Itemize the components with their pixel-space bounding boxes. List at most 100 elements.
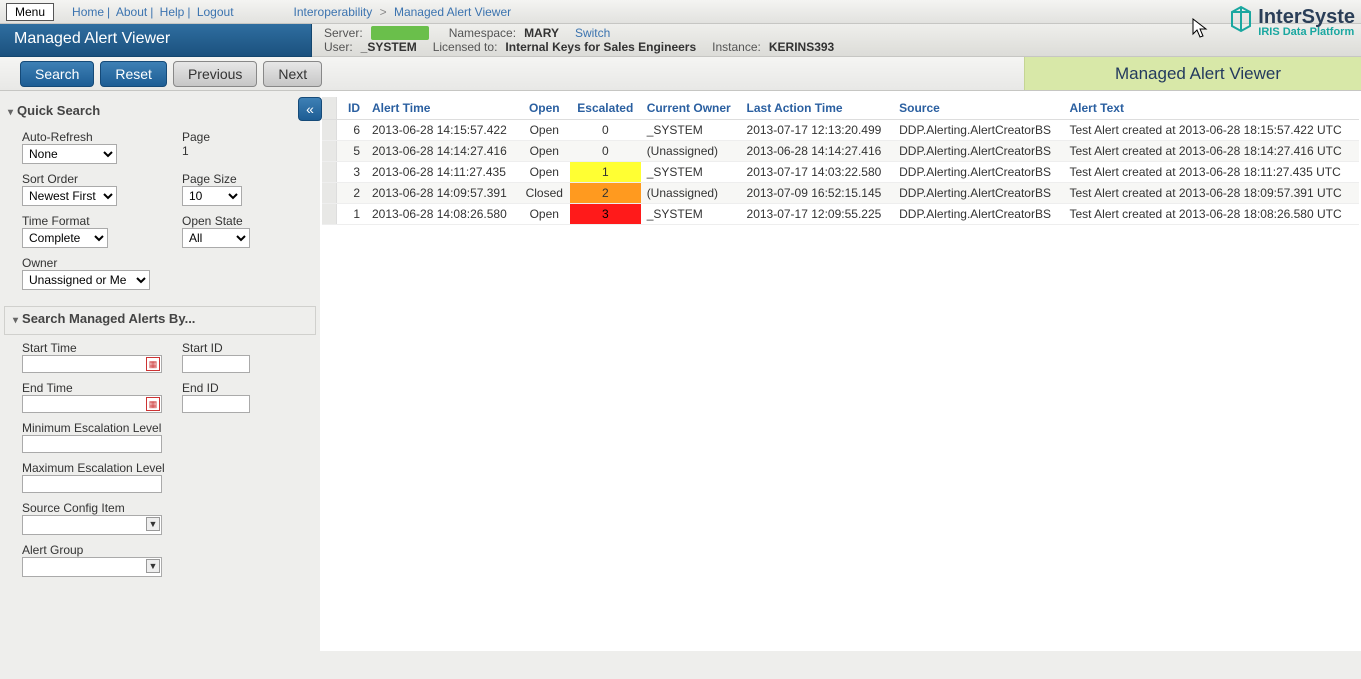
reset-button[interactable]: Reset bbox=[100, 61, 167, 87]
cell-open: Closed bbox=[519, 183, 570, 204]
cell-owner: _SYSTEM bbox=[641, 162, 741, 183]
link-about[interactable]: About bbox=[116, 5, 147, 19]
col-escalated[interactable]: Escalated bbox=[570, 97, 641, 120]
alert-group-label: Alert Group bbox=[22, 543, 302, 557]
link-home[interactable]: Home bbox=[72, 5, 104, 19]
chevron-left-double-icon: « bbox=[306, 101, 314, 117]
col-source[interactable]: Source bbox=[893, 97, 1063, 120]
open-state-label: Open State bbox=[182, 214, 302, 228]
time-format-label: Time Format bbox=[22, 214, 182, 228]
cell-id: 3 bbox=[336, 162, 366, 183]
min-esc-input[interactable] bbox=[22, 435, 162, 453]
page-label: Page bbox=[182, 130, 302, 144]
link-logout[interactable]: Logout bbox=[197, 5, 234, 19]
table-row[interactable]: 12013-06-28 14:08:26.580Open3_SYSTEM2013… bbox=[322, 204, 1359, 225]
max-esc-input[interactable] bbox=[22, 475, 162, 493]
table-row[interactable]: 32013-06-28 14:11:27.435Open1_SYSTEM2013… bbox=[322, 162, 1359, 183]
crumb-interop[interactable]: Interoperability bbox=[294, 5, 373, 19]
col-handle bbox=[322, 97, 336, 120]
cell-source: DDP.Alerting.AlertCreatorBS bbox=[893, 183, 1063, 204]
owner-select[interactable]: Unassigned or Me bbox=[22, 270, 150, 290]
cell-alert-time: 2013-06-28 14:09:57.391 bbox=[366, 183, 519, 204]
auto-refresh-select[interactable]: None bbox=[22, 144, 117, 164]
row-handle[interactable] bbox=[322, 162, 336, 183]
row-handle[interactable] bbox=[322, 183, 336, 204]
cell-id: 1 bbox=[336, 204, 366, 225]
start-id-input[interactable] bbox=[182, 355, 250, 373]
top-links: Home| About| Help| Logout bbox=[72, 5, 234, 19]
sort-order-select[interactable]: Newest First bbox=[22, 186, 117, 206]
time-format-select[interactable]: Complete bbox=[22, 228, 108, 248]
table-row[interactable]: 52013-06-28 14:14:27.416Open0(Unassigned… bbox=[322, 141, 1359, 162]
cell-last-action: 2013-06-28 14:14:27.416 bbox=[741, 141, 894, 162]
cell-last-action: 2013-07-17 14:03:22.580 bbox=[741, 162, 894, 183]
logo-subtitle: IRIS Data Platform bbox=[1258, 27, 1355, 38]
cell-open: Open bbox=[519, 204, 570, 225]
table-row[interactable]: 62013-06-28 14:15:57.422Open0_SYSTEM2013… bbox=[322, 120, 1359, 141]
cell-id: 6 bbox=[336, 120, 366, 141]
cell-source: DDP.Alerting.AlertCreatorBS bbox=[893, 141, 1063, 162]
namespace-label: Namespace: bbox=[449, 26, 516, 40]
menu-button[interactable]: Menu bbox=[6, 3, 54, 21]
top-bar: Menu Home| About| Help| Logout Interoper… bbox=[0, 0, 1361, 24]
link-help[interactable]: Help bbox=[160, 5, 185, 19]
col-last-action-time[interactable]: Last Action Time bbox=[741, 97, 894, 120]
cell-alert-time: 2013-06-28 14:15:57.422 bbox=[366, 120, 519, 141]
crumb-current[interactable]: Managed Alert Viewer bbox=[394, 5, 511, 19]
page-caption: Managed Alert Viewer bbox=[1024, 57, 1361, 90]
instance-value: KERINS393 bbox=[769, 40, 834, 54]
end-id-label: End ID bbox=[182, 381, 302, 395]
advanced-search-header[interactable]: Search Managed Alerts By... bbox=[9, 309, 311, 332]
namespace-value: MARY bbox=[524, 26, 559, 40]
open-state-select[interactable]: All bbox=[182, 228, 250, 248]
quick-search-header[interactable]: Quick Search bbox=[4, 95, 316, 124]
switch-link[interactable]: Switch bbox=[575, 26, 610, 40]
cell-alert-time: 2013-06-28 14:08:26.580 bbox=[366, 204, 519, 225]
cell-escalated: 3 bbox=[570, 204, 641, 225]
col-open[interactable]: Open bbox=[519, 97, 570, 120]
col-alert-text[interactable]: Alert Text bbox=[1063, 97, 1359, 120]
end-time-input[interactable] bbox=[22, 395, 162, 413]
user-value: _SYSTEM bbox=[361, 40, 417, 54]
results-panel: ID Alert Time Open Escalated Current Own… bbox=[320, 91, 1361, 651]
row-handle[interactable] bbox=[322, 204, 336, 225]
page-size-label: Page Size bbox=[182, 172, 302, 186]
row-handle[interactable] bbox=[322, 141, 336, 162]
chevron-down-icon[interactable]: ▼ bbox=[146, 517, 160, 531]
end-id-input[interactable] bbox=[182, 395, 250, 413]
calendar-icon[interactable]: ▦ bbox=[146, 357, 160, 371]
start-id-label: Start ID bbox=[182, 341, 302, 355]
table-row[interactable]: 22013-06-28 14:09:57.391Closed2(Unassign… bbox=[322, 183, 1359, 204]
action-bar: Search Reset Previous Next Managed Alert… bbox=[0, 57, 1361, 91]
min-esc-label: Minimum Escalation Level bbox=[22, 421, 302, 435]
search-button[interactable]: Search bbox=[20, 61, 94, 87]
collapse-sidebar-button[interactable]: « bbox=[298, 97, 322, 121]
cell-open: Open bbox=[519, 141, 570, 162]
previous-button[interactable]: Previous bbox=[173, 61, 257, 87]
next-button[interactable]: Next bbox=[263, 61, 322, 87]
chevron-down-icon[interactable]: ▼ bbox=[146, 559, 160, 573]
col-current-owner[interactable]: Current Owner bbox=[641, 97, 741, 120]
cell-escalated: 0 bbox=[570, 141, 641, 162]
start-time-input[interactable] bbox=[22, 355, 162, 373]
start-time-label: Start Time bbox=[22, 341, 182, 355]
cell-owner: (Unassigned) bbox=[641, 141, 741, 162]
col-id[interactable]: ID bbox=[336, 97, 366, 120]
end-time-label: End Time bbox=[22, 381, 182, 395]
row-handle[interactable] bbox=[322, 120, 336, 141]
page-size-select[interactable]: 10 bbox=[182, 186, 242, 206]
source-config-input[interactable] bbox=[22, 515, 162, 535]
context-info: Server: Namespace: MARY Switch User: _SY… bbox=[312, 24, 1361, 57]
cell-source: DDP.Alerting.AlertCreatorBS bbox=[893, 162, 1063, 183]
server-label: Server: bbox=[324, 26, 363, 40]
sort-order-label: Sort Order bbox=[22, 172, 182, 186]
alert-group-input[interactable] bbox=[22, 557, 162, 577]
cell-source: DDP.Alerting.AlertCreatorBS bbox=[893, 204, 1063, 225]
logo-name: InterSyste bbox=[1258, 7, 1355, 27]
product-logo: InterSyste IRIS Data Platform bbox=[1228, 4, 1355, 40]
page-value: 1 bbox=[182, 144, 302, 158]
instance-label: Instance: bbox=[712, 40, 761, 54]
col-alert-time[interactable]: Alert Time bbox=[366, 97, 519, 120]
calendar-icon[interactable]: ▦ bbox=[146, 397, 160, 411]
cell-alert-text: Test Alert created at 2013-06-28 18:11:2… bbox=[1063, 162, 1359, 183]
